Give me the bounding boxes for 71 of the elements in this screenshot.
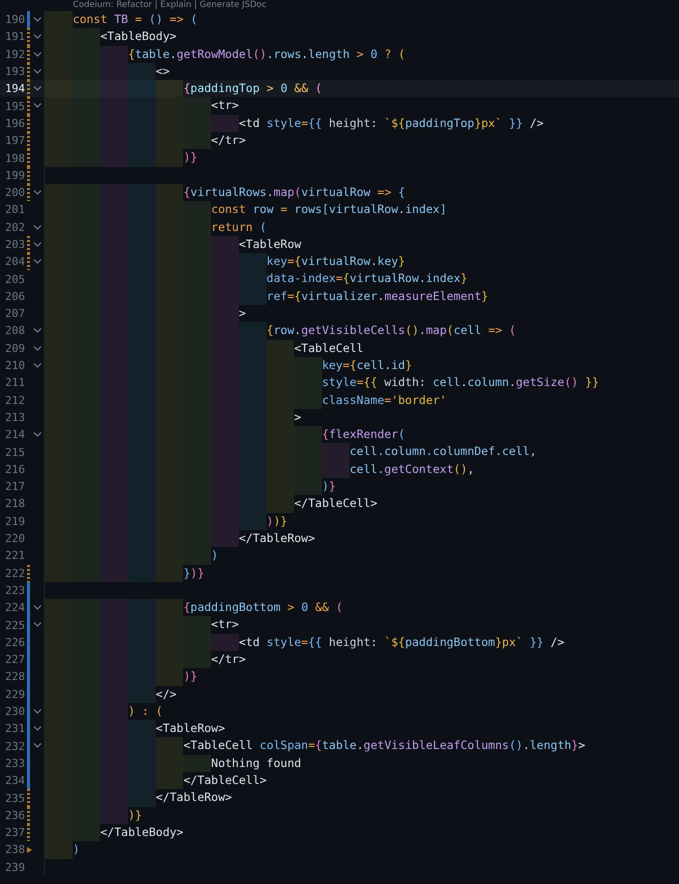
line-number: 200	[4, 185, 25, 202]
line-number: 192	[4, 46, 25, 63]
fold-chevron-icon[interactable]	[33, 742, 42, 750]
fold-chevron-icon[interactable]	[33, 431, 42, 438]
line-number: 191	[4, 29, 25, 46]
line-number: 218	[4, 496, 25, 512]
line-number: 227	[4, 652, 25, 668]
line-number: 211	[4, 375, 25, 392]
fold-chevron-icon[interactable]	[33, 621, 42, 628]
fold-chevron-icon[interactable]	[33, 258, 42, 266]
fold-chevron-icon[interactable]	[33, 362, 42, 369]
fold-chevron-icon[interactable]	[33, 327, 42, 334]
line-number: 198	[4, 150, 25, 167]
line-number: 208	[4, 323, 25, 340]
line-number: 232	[4, 738, 25, 755]
line-number: 216	[4, 462, 25, 478]
line-number: 223	[4, 582, 25, 599]
line-number: 201	[4, 202, 25, 218]
line-number: 214	[4, 427, 25, 444]
line-number: 238	[4, 842, 25, 858]
line-number: 233	[4, 756, 25, 772]
line-number: 199	[4, 168, 25, 184]
fold-chevron-icon[interactable]	[33, 16, 42, 23]
fold-chevron-icon[interactable]	[33, 344, 42, 352]
line-number: 220	[4, 531, 25, 548]
fold-chevron-icon[interactable]	[33, 604, 42, 612]
line-number: 190	[4, 12, 25, 28]
code-lens-links[interactable]: Codeium: Refactor | Explain | Generate JSDoc	[73, 0, 266, 10]
line-number: 206	[4, 288, 25, 305]
line-number: 239	[4, 860, 25, 876]
line-number: 225	[4, 618, 25, 634]
line-number: 235	[4, 790, 25, 806]
line-number: 205	[4, 272, 25, 288]
fold-chevron-icon[interactable]	[33, 240, 42, 248]
line-number: 212	[4, 392, 25, 409]
fold-chevron-icon[interactable]	[33, 68, 42, 75]
line-number: 215	[4, 444, 25, 461]
line-number: 230	[4, 704, 25, 720]
line-number: 219	[4, 514, 25, 530]
line-number: 209	[4, 340, 25, 357]
line-number: 226	[4, 634, 25, 651]
line-number: 224	[4, 600, 25, 616]
line-number: 231	[4, 721, 25, 738]
line-number: 237	[4, 825, 25, 842]
line-number: 229	[4, 686, 25, 703]
fold-chevron-icon[interactable]	[33, 85, 42, 92]
line-number: 204	[4, 254, 25, 270]
line-number: 222	[4, 566, 25, 582]
line-number: 197	[4, 133, 25, 150]
fold-chevron-icon[interactable]	[33, 725, 42, 732]
change-marker	[27, 847, 32, 854]
fold-chevron-icon[interactable]	[33, 224, 42, 231]
line-number: 195	[4, 98, 25, 115]
line-number: 234	[4, 773, 25, 790]
line-number: 194	[4, 81, 25, 98]
line-number: 217	[4, 479, 25, 496]
line-number: 193	[4, 64, 25, 80]
fold-chevron-icon[interactable]	[33, 33, 42, 40]
fold-chevron-icon[interactable]	[33, 102, 42, 110]
fold-chevron-icon[interactable]	[33, 708, 42, 715]
line-number: 207	[4, 306, 25, 322]
fold-chevron-icon[interactable]	[33, 50, 42, 58]
line-number: 196	[4, 116, 25, 132]
line-number: 228	[4, 669, 25, 686]
line-number: 203	[4, 237, 25, 253]
line-number: 202	[4, 220, 25, 236]
line-number: 210	[4, 358, 25, 374]
line-number: 213	[4, 410, 25, 426]
line-number: 221	[4, 548, 25, 564]
fold-chevron-icon[interactable]	[33, 188, 42, 196]
line-number: 236	[4, 808, 25, 824]
